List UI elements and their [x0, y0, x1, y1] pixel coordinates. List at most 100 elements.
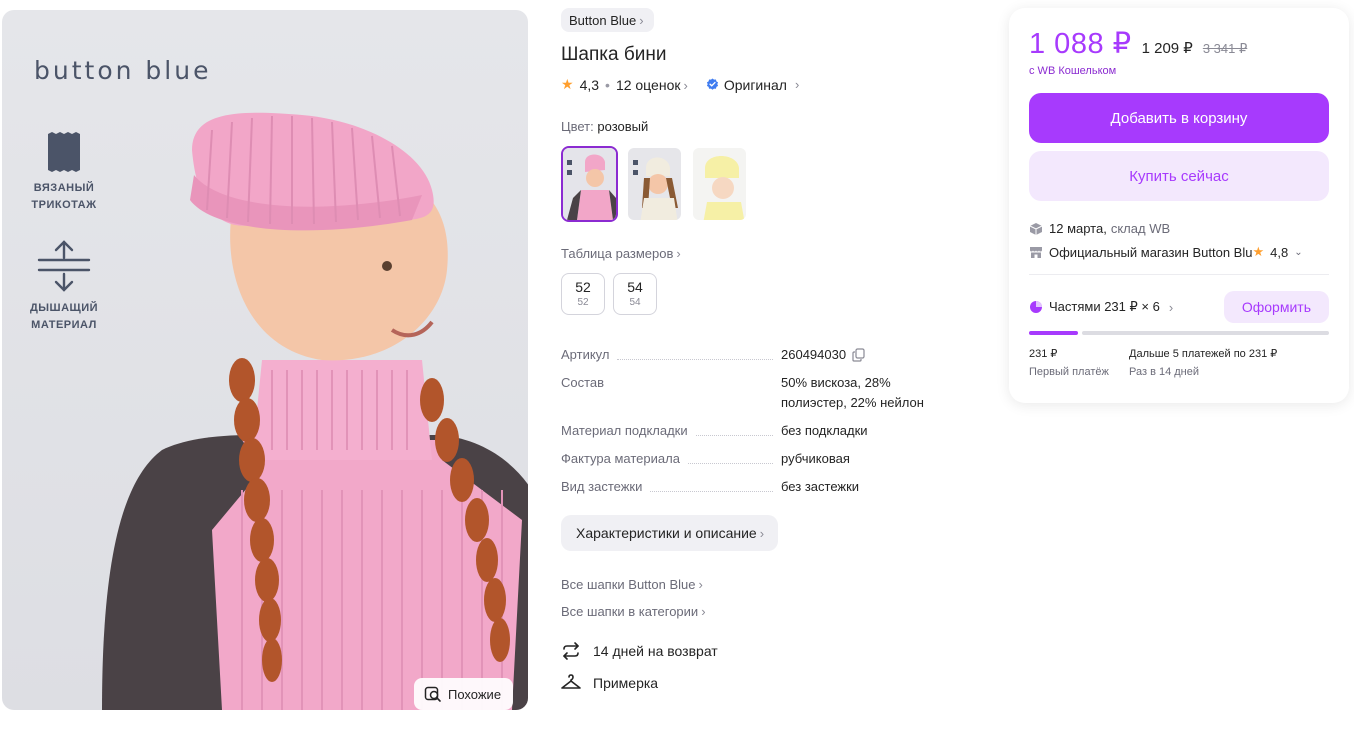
chevron-right-icon: › — [698, 577, 703, 592]
spec-key: Материал подкладки — [561, 423, 688, 438]
rating-row: ★ 4,3 • 12 оценок › Оригинал › — [561, 76, 981, 93]
next-payments-label: Раз в 14 дней — [1129, 366, 1200, 378]
next-payments-amount: Дальше 5 платежей по 231 ₽ — [1129, 348, 1278, 360]
installments-details: 231 ₽ Первый платёж Дальше 5 платежей по… — [1029, 345, 1329, 381]
chevron-right-icon: › — [759, 525, 765, 541]
shop-icon — [1030, 247, 1042, 258]
product-photo — [102, 112, 528, 710]
reviews-count: 12 оценок — [615, 76, 681, 93]
verified-check-icon — [706, 78, 718, 90]
copy-icon[interactable] — [852, 348, 866, 362]
star-icon: ★ — [561, 76, 574, 92]
perk-return: 14 дней на возврат — [561, 641, 981, 661]
installments-label: Частями 231 ₽ × 6 — [1049, 299, 1160, 314]
feature-label-2: ТРИКОТАЖ — [31, 199, 97, 211]
size-main: 52 — [575, 279, 591, 295]
installments-apply-button[interactable]: Оформить — [1223, 291, 1329, 323]
spec-value: без подкладки — [781, 423, 868, 438]
product-title: Шапка бини — [561, 44, 667, 65]
size-options: 52 52 54 54 — [561, 273, 981, 315]
link-label: Все шапки в категории — [561, 604, 699, 619]
shop-rating: 4,8 — [1270, 244, 1289, 260]
spec-value: без застежки — [781, 479, 860, 494]
variant-thumbnail — [628, 148, 681, 220]
size-table-link[interactable]: Таблица размеров › — [561, 246, 981, 261]
box-icon — [1029, 222, 1043, 235]
shop-name: Официальный магазин Button Blu — [1049, 244, 1253, 260]
progress-remaining — [1082, 331, 1329, 335]
all-category-hats-link[interactable]: Все шапки в категории › — [561, 604, 981, 619]
delivery-date: 12 марта, — [1049, 221, 1107, 236]
feature-breathable: ДЫШАЩИЙ МАТЕРИАЛ — [22, 238, 106, 334]
knit-fabric-icon — [48, 132, 80, 172]
color-variant-yellow[interactable] — [691, 146, 748, 222]
link-label: Все шапки Button Blue — [561, 577, 696, 592]
all-brand-hats-link[interactable]: Все шапки Button Blue › — [561, 577, 981, 592]
color-variant-pink[interactable] — [561, 146, 618, 222]
size-sub: 54 — [629, 297, 641, 308]
buy-box: 1 088 ₽ 1 209 ₽ 3 341 ₽ с WB Кошельком Д… — [1009, 8, 1349, 403]
add-to-cart-button[interactable]: Добавить в корзину — [1029, 93, 1329, 143]
delivery-warehouse: склад WB — [1110, 221, 1171, 236]
similar-button[interactable]: Похожие — [414, 678, 514, 710]
brand-link[interactable]: Button Blue › — [561, 8, 654, 32]
description-button[interactable]: Характеристики и описание › — [561, 515, 779, 551]
color-value: розовый — [597, 119, 649, 134]
chevron-right-icon: › — [639, 12, 644, 28]
spec-row: Артикул 260494030 — [561, 345, 981, 365]
regular-price: 1 209 ₽ — [1141, 40, 1193, 57]
first-payment-amount: 231 ₽ — [1029, 348, 1058, 360]
breathable-arrows-icon — [37, 240, 91, 292]
color-label: Цвет: — [561, 119, 594, 134]
reviews-link[interactable]: 12 оценок › — [616, 77, 688, 93]
size-table-label: Таблица размеров — [561, 246, 674, 261]
color-variant-cream[interactable] — [626, 146, 683, 222]
feature-knit: ВЯЗАНЫЙ ТРИКОТАЖ — [22, 130, 106, 214]
star-icon: ★ — [1252, 244, 1265, 259]
seller-row[interactable]: Официальный магазин Button Blu ★ 4,8 ⌄ — [1029, 244, 1329, 260]
size-main: 54 — [627, 279, 643, 295]
progress-paid — [1029, 331, 1078, 335]
price-row: 1 088 ₽ 1 209 ₽ 3 341 ₽ — [1029, 26, 1329, 61]
return-arrows-icon — [563, 642, 579, 660]
chevron-right-icon: › — [701, 604, 706, 619]
spec-key: Фактура материала — [561, 451, 680, 466]
spec-row: Материал подкладки без подкладки — [561, 421, 981, 441]
original-badge[interactable]: Оригинал › — [706, 77, 799, 93]
similar-search-icon — [424, 686, 441, 702]
size-option-52[interactable]: 52 52 — [561, 273, 605, 315]
product-details: Button Blue › Шапка бини ★ 4,3 • 12 оцен… — [561, 8, 981, 693]
brand-watermark: button blue — [34, 56, 212, 85]
spec-value: 50% вискоза, 28% полиэстер, 22% нейлон — [781, 375, 924, 410]
chevron-down-icon: ⌄ — [1294, 246, 1303, 258]
wallet-price: 1 088 ₽ — [1029, 28, 1132, 60]
delivery-row: 12 марта, склад WB — [1029, 221, 1329, 236]
hanger-icon — [561, 674, 581, 689]
size-option-54[interactable]: 54 54 — [613, 273, 657, 315]
delivery-info: 12 марта, склад WB Официальный магазин B… — [1029, 221, 1329, 260]
installments-row: Частями 231 ₽ × 6 › Оформить — [1029, 291, 1329, 323]
buy-now-button[interactable]: Купить сейчас — [1029, 151, 1329, 201]
installments-progress — [1029, 331, 1329, 335]
color-row: Цвет: розовый — [561, 119, 981, 134]
installments-link[interactable]: Частями 231 ₽ × 6 › — [1029, 299, 1173, 315]
pie-chart-icon — [1030, 301, 1042, 313]
color-variants — [561, 146, 981, 222]
spec-row: Фактура материала рубчиковая — [561, 449, 981, 469]
original-label: Оригинал — [723, 76, 787, 93]
size-sub: 52 — [577, 297, 589, 308]
feature-label-3: ДЫШАЩИЙ — [29, 302, 99, 314]
perk-try-on: Примерка — [561, 673, 981, 693]
spec-row: Вид застежки без застежки — [561, 477, 981, 497]
old-price: 3 341 ₽ — [1202, 41, 1248, 56]
related-links: Все шапки Button Blue › Все шапки в катег… — [561, 577, 981, 619]
perk-label: Примерка — [593, 675, 659, 691]
first-payment-label: Первый платёж — [1029, 366, 1109, 378]
perk-label: 14 дней на возврат — [593, 643, 718, 659]
feature-label-4: МАТЕРИАЛ — [31, 319, 97, 331]
product-gallery[interactable]: button blue ВЯЗАНЫЙ ТРИКОТАЖ ДЫШАЩИЙ МАТ… — [2, 10, 528, 710]
wallet-note: с WB Кошельком — [1029, 65, 1117, 77]
perks: 14 дней на возврат Примерка — [561, 641, 981, 693]
spec-key: Артикул — [561, 347, 610, 362]
rating-value: 4,3 — [579, 76, 600, 93]
